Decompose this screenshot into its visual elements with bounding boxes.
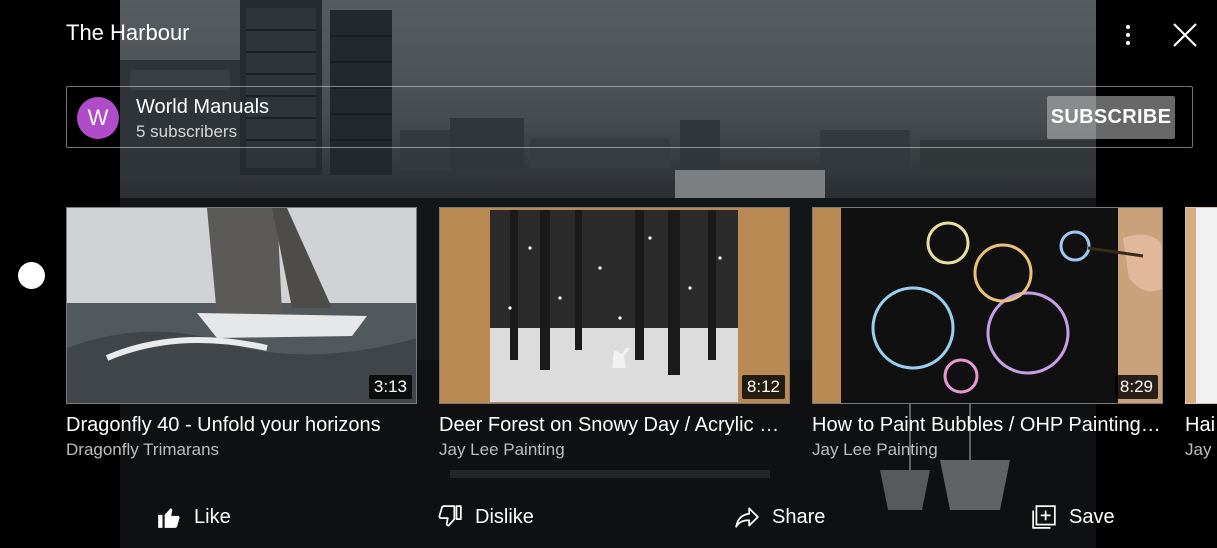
video-card-channel[interactable]: Jay Lee Painting	[439, 440, 790, 460]
share-arrow-icon	[735, 507, 759, 528]
sailboat-thumbnail	[67, 208, 416, 403]
video-duration: 8:29	[1114, 375, 1158, 399]
save-label: Save	[1069, 505, 1115, 528]
video-duration: 3:13	[368, 375, 412, 399]
video-card[interactable]: 3:13 Dragonfly 40 - Unfold your horizons…	[66, 207, 417, 460]
playlist-add-icon	[1032, 505, 1056, 529]
partial-thumbnail	[1186, 208, 1217, 403]
channel-bar[interactable]: W World Manuals 5 subscribers SUBSCRIBE	[66, 86, 1193, 148]
video-thumbnail[interactable]	[1185, 207, 1217, 404]
thumbs-down-icon	[438, 505, 462, 527]
like-button[interactable]: Like	[156, 500, 231, 534]
video-thumbnail[interactable]: 8:29	[812, 207, 1163, 404]
more-options-button[interactable]	[1114, 20, 1142, 50]
channel-avatar[interactable]: W	[77, 97, 119, 139]
channel-name[interactable]: World Manuals	[136, 96, 269, 119]
save-button[interactable]: Save	[1031, 500, 1115, 534]
video-card-channel[interactable]: Dragonfly Trimarans	[66, 440, 417, 460]
deer-forest-thumbnail	[440, 208, 789, 403]
video-thumbnail[interactable]: 8:12	[439, 207, 790, 404]
video-card[interactable]: 8:12 Deer Forest on Snowy Day / Acrylic …	[439, 207, 790, 460]
dislike-label: Dislike	[475, 505, 534, 528]
video-card-title[interactable]: Deer Forest on Snowy Day / Acrylic Paint…	[439, 414, 789, 437]
like-label: Like	[194, 505, 231, 528]
share-button[interactable]: Share	[734, 500, 825, 534]
close-icon	[1173, 23, 1197, 47]
player-screen: The Harbour W World Manuals 5 subscriber…	[0, 0, 1217, 548]
video-title: The Harbour	[66, 20, 190, 45]
video-card[interactable]: 8:29 How to Paint Bubbles / OHP Painting…	[812, 207, 1163, 460]
video-card[interactable]: Hai Jay	[1185, 207, 1217, 460]
video-thumbnail[interactable]: 3:13	[66, 207, 417, 404]
close-button[interactable]	[1170, 20, 1200, 50]
video-card-channel[interactable]: Jay Lee Painting	[812, 440, 1163, 460]
subscriber-count: 5 subscribers	[136, 122, 238, 141]
video-card-title[interactable]: Hai	[1185, 414, 1217, 437]
thumbs-up-icon	[158, 508, 180, 528]
dislike-button[interactable]: Dislike	[437, 500, 534, 534]
subscribe-button[interactable]: SUBSCRIBE	[1047, 96, 1175, 139]
video-card-channel[interactable]: Jay	[1185, 440, 1217, 460]
video-card-title[interactable]: Dragonfly 40 - Unfold your horizons	[66, 414, 416, 437]
more-vert-icon	[1126, 25, 1130, 45]
video-duration: 8:12	[741, 375, 785, 399]
video-card-title[interactable]: How to Paint Bubbles / OHP Painting Tech…	[812, 414, 1162, 437]
bubbles-thumbnail	[813, 208, 1162, 403]
drag-handle-dot[interactable]	[18, 262, 45, 289]
share-label: Share	[772, 505, 826, 528]
